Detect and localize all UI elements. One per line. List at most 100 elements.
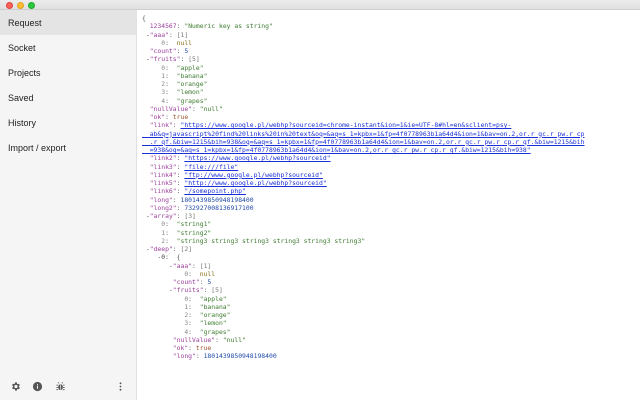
json-key: "count" [142,278,200,286]
json-key: "nullValue" [142,335,216,344]
collapse-toggle[interactable]: - [142,245,150,253]
sidebar-nav: Request Socket Projects Saved History Im… [0,10,136,160]
json-punctuation: : [165,88,177,97]
json-key: "aaa" [172,261,193,270]
sidebar-footer [0,378,137,394]
json-key: "long" [142,352,196,361]
json-item-count: [5] [211,286,223,295]
json-key: "deep" [149,245,173,253]
json-line: { [142,14,584,22]
json-link[interactable]: "https://www.google.pl/webhp?sourceid" [184,154,330,162]
json-punctuation: : [165,80,177,88]
json-punctuation: : [165,96,177,105]
json-number-value: 732927008136917100 [184,203,254,212]
json-punctuation: : [188,319,200,328]
sidebar-item-label: Request [8,17,42,28]
json-string-value: "apple" [199,294,227,303]
sidebar-item-saved[interactable]: Saved [0,85,136,110]
sidebar-item-history[interactable]: History [0,110,136,135]
json-punctuation: : [192,261,200,270]
json-string-value: "null" [199,104,223,113]
json-boolean-value: true [172,113,189,121]
info-icon [32,381,42,391]
more-vertical-icon [119,381,121,391]
collapse-toggle[interactable]: - [142,55,150,63]
sidebar-item-socket[interactable]: Socket [0,35,136,60]
minimize-window-button[interactable] [17,2,24,9]
json-link[interactable]: "https://www.google.pl/webhp?sourceid=ch… [180,121,511,129]
collapse-toggle[interactable]: - [142,286,173,294]
json-array-index: 0 [142,38,166,47]
window-titlebar [0,0,640,10]
json-line: 1234567: "Numeric key as string" [142,22,584,30]
maximize-window-button[interactable] [28,2,35,9]
json-line: -"aaa": [1] [142,31,584,39]
json-key: "link2" [142,154,177,163]
json-line: "count": 5 [142,278,584,286]
json-link[interactable]: "file:///file" [184,163,238,171]
json-link[interactable]: 3b1a64d4&ion=1&bav=on.2,or.r_gc.r_pw.r_c… [354,138,585,146]
collapse-toggle[interactable]: -0 [142,253,165,261]
json-line: 0: "string1" [142,220,584,228]
about-button[interactable] [29,378,45,394]
json-array-index: 2 [142,311,189,319]
json-link[interactable]: .r_qf.&biw=1215&bih=938&oq=&aq=s_1=kpbx=… [142,138,354,146]
json-punctuation: : { [165,253,181,262]
debug-button[interactable] [52,378,68,394]
json-line: "ok": true [142,113,584,121]
sidebar-item-request[interactable]: Request [0,10,136,35]
json-punctuation: : [192,104,200,113]
json-link[interactable]: =938&oq=&aq=s_1=kpbx=1&fp=4f0778963b1a64… [142,146,531,154]
json-viewer: { 1234567: "Numeric key as string" -"aaa… [142,14,584,361]
json-punctuation: { [142,14,146,22]
more-menu-button[interactable] [112,378,128,394]
settings-button[interactable] [7,378,23,394]
json-link[interactable]: 3b1a64d4&ion=1&bav=on.2,or.r_gc.r_pw.r_c… [427,130,585,138]
json-string-value: "string3 string3 string3 string3 string3… [176,236,366,245]
json-key: "link" [142,121,173,130]
json-array-index: 1 [142,228,166,237]
json-punctuation: : [165,63,177,72]
json-key: "fruits" [149,55,181,64]
json-line: 2: "orange" [142,311,584,319]
json-key: "nullValue" [142,104,193,113]
json-link[interactable]: "http://www.google.pl/webhp?sourceid" [184,179,326,187]
json-key: "fruits" [172,286,204,295]
json-punctuation: : [188,327,200,336]
json-array-index: 0 [142,220,166,229]
json-array-index: 0 [142,294,189,303]
sidebar-item-label: Import / export [8,142,67,153]
json-line: "link": "https://www.google.pl/webhp?sou… [142,121,584,129]
json-punctuation: : [165,228,177,237]
json-punctuation: : [188,269,200,278]
json-string-value: "orange" [176,80,208,88]
json-line: 0: null [142,270,584,278]
json-null-value: null [176,38,193,47]
json-array-index: 2 [142,80,166,88]
json-line: 0: "apple" [142,64,584,72]
json-line: 1: "banana" [142,303,584,311]
json-string-value: "null" [222,335,246,344]
json-link[interactable]: ab&q=javascript%20find%20links%20in%20te… [142,130,427,138]
json-array-index: 1 [142,302,189,311]
json-punctuation: : [165,113,173,121]
json-key: "long" [142,195,173,204]
json-line: "long": 1801439850948198400 [142,352,584,360]
sidebar-item-projects[interactable]: Projects [0,60,136,85]
close-window-button[interactable] [6,2,13,9]
json-string-value: "Numeric key as string" [184,22,273,31]
json-key: "ok" [142,113,166,121]
json-array-index: 1 [142,71,166,80]
json-line: "link3": "file:///file" [142,163,584,171]
json-line: =938&oq=&aq=s_1=kpbx=1&fp=4f0778963b1a64… [142,146,584,154]
json-key: "long2" [142,203,177,212]
collapse-toggle[interactable]: - [142,31,150,39]
collapse-toggle[interactable]: - [142,212,150,220]
json-key: "count" [142,47,177,55]
json-link[interactable]: "/somepoint.php" [184,187,246,195]
collapse-toggle[interactable]: - [142,262,173,270]
json-link[interactable]: "ftp://www.google.pl/webhp?sourceid" [184,171,323,179]
sidebar-item-import-export[interactable]: Import / export [0,135,136,160]
json-line: "link4": "ftp://www.google.pl/webhp?sour… [142,171,584,179]
gear-icon [11,381,20,391]
